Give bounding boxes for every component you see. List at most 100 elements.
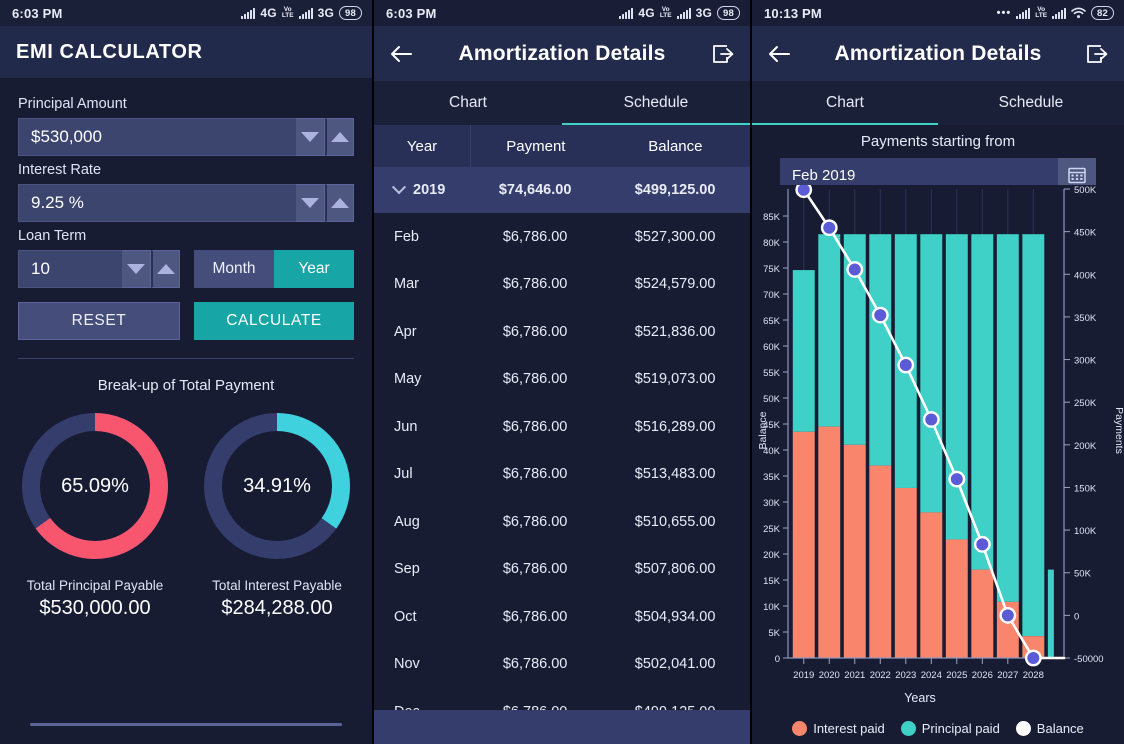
month-balance: $516,289.00 xyxy=(634,418,716,435)
network-type-2: 3G xyxy=(317,6,335,20)
principal-input[interactable]: $530,000 xyxy=(18,118,296,156)
signal-bars-2-icon xyxy=(298,7,313,19)
svg-text:50K: 50K xyxy=(763,394,781,405)
volte-icon: Vo LTE xyxy=(281,5,294,19)
term-input[interactable]: 10 xyxy=(18,250,122,288)
term-increment-button[interactable] xyxy=(151,250,180,288)
interest-donut-col: 34.91% Total Interest Payable $284,288.0… xyxy=(193,408,361,620)
table-row[interactable]: Nov $6,786.00 $502,041.00 xyxy=(374,641,750,689)
month-balance: $513,483.00 xyxy=(634,466,716,483)
month-rows-container: Feb $6,786.00 $527,300.00 Mar $6,786.00 $524,… xyxy=(374,213,750,736)
table-row[interactable]: Feb $6,786.00 $527,300.00 xyxy=(374,213,750,261)
tab-schedule[interactable]: Schedule xyxy=(562,81,750,125)
table-row[interactable]: Apr $6,786.00 $521,836.00 xyxy=(374,308,750,356)
month-cell: Aug xyxy=(374,514,470,530)
table-row[interactable]: May $6,786.00 $519,073.00 xyxy=(374,356,750,404)
donut-charts: 65.09% Total Principal Payable $530,000.… xyxy=(0,408,372,620)
app-bar-1: EMI CALCULATOR xyxy=(0,26,372,78)
date-picker-area: Payments starting from Feb 2019 xyxy=(752,125,1124,192)
calculate-button[interactable]: CALCULATE xyxy=(194,302,354,340)
back-arrow-icon[interactable] xyxy=(766,41,792,67)
battery-indicator: 98 xyxy=(717,6,740,20)
month-balance: $504,934.00 xyxy=(634,608,716,625)
interest-total-label: Total Interest Payable xyxy=(212,578,342,593)
svg-text:15K: 15K xyxy=(763,576,781,587)
svg-text:5K: 5K xyxy=(768,628,780,639)
principal-percent: 65.09% xyxy=(61,474,129,497)
term-decrement-button[interactable] xyxy=(122,250,151,288)
term-unit-month[interactable]: Month xyxy=(194,250,274,288)
svg-text:400K: 400K xyxy=(1074,270,1097,281)
tab-bar-2: Chart Schedule xyxy=(374,81,750,125)
principal-total-value: $530,000.00 xyxy=(39,597,151,619)
month-cell: Oct xyxy=(374,609,470,625)
svg-text:30K: 30K xyxy=(763,498,781,509)
table-row[interactable]: Aug $6,786.00 $510,655.00 xyxy=(374,498,750,546)
table-row[interactable]: Sep $6,786.00 $507,806.00 xyxy=(374,546,750,594)
app-bar-2: Amortization Details xyxy=(374,26,750,81)
svg-text:0: 0 xyxy=(775,654,780,665)
month-balance: $510,655.00 xyxy=(634,513,716,530)
principal-donut: 65.09% xyxy=(17,408,173,564)
svg-text:2021: 2021 xyxy=(844,670,865,681)
rate-decrement-button[interactable] xyxy=(296,184,325,222)
page-title: Amortization Details xyxy=(458,41,666,65)
signal-bars-2-icon xyxy=(1052,7,1067,19)
back-arrow-icon[interactable] xyxy=(388,41,414,67)
month-payment: $6,786.00 xyxy=(502,608,568,625)
table-row[interactable]: Mar $6,786.00 $524,579.00 xyxy=(374,261,750,309)
table-row[interactable]: Jul $6,786.00 $513,483.00 xyxy=(374,451,750,499)
chevron-down-icon xyxy=(301,198,319,208)
svg-text:2019: 2019 xyxy=(793,670,814,681)
svg-text:75K: 75K xyxy=(763,264,781,275)
month-cell: Feb xyxy=(374,229,470,245)
svg-text:80K: 80K xyxy=(763,238,781,249)
svg-text:2024: 2024 xyxy=(921,670,942,681)
principal-label: Principal Amount xyxy=(18,96,127,112)
amortization-chart[interactable]: 0 5K 10K 15K 20K 25K 30K 35K 40K 45K 50K 55K 60K 65K 7… xyxy=(752,185,1124,744)
share-export-icon[interactable] xyxy=(710,41,736,67)
svg-text:200K: 200K xyxy=(1074,441,1097,452)
svg-text:0: 0 xyxy=(1074,611,1079,622)
rate-increment-button[interactable] xyxy=(325,184,354,222)
month-label: Jul xyxy=(394,466,413,483)
panel-emi-calculator: 6:03 PM 4G Vo LTE 3G 98 EMI CALCULATOR Pr… xyxy=(0,0,372,744)
svg-text:2020: 2020 xyxy=(819,670,840,681)
table-row-year[interactable]: 2019 $74,646.00 $499,125.00 xyxy=(374,167,750,213)
panel-amortization-schedule: 6:03 PM 4G Vo LTE 3G 98 Amortization Deta… xyxy=(374,0,750,744)
tab-schedule[interactable]: Schedule xyxy=(938,81,1124,125)
tab-chart[interactable]: Chart xyxy=(374,81,562,125)
signal-bars-2-icon xyxy=(676,7,691,19)
table-row[interactable]: Jun $6,786.00 $516,289.00 xyxy=(374,403,750,451)
share-export-icon[interactable] xyxy=(1084,41,1110,67)
month-payment: $6,786.00 xyxy=(502,276,568,293)
svg-text:60K: 60K xyxy=(763,342,781,353)
date-picker-label: Payments starting from xyxy=(860,133,1016,150)
network-type-1: 4G xyxy=(260,6,277,20)
volte-icon: Vo LTE xyxy=(1035,5,1048,19)
status-time: 6:03 PM xyxy=(12,5,63,21)
status-icons: ••• Vo LTE 82 xyxy=(997,6,1114,20)
tab-active-indicator xyxy=(752,122,938,125)
svg-text:Balance: Balance xyxy=(757,411,769,449)
term-unit-year[interactable]: Year xyxy=(274,250,354,288)
principal-decrement-button[interactable] xyxy=(296,118,325,156)
svg-text:100K: 100K xyxy=(1074,526,1097,537)
year-balance: $499,125.00 xyxy=(634,182,716,198)
reset-button[interactable]: RESET xyxy=(18,302,180,340)
rate-input[interactable]: 9.25 % xyxy=(18,184,296,222)
svg-text:10K: 10K xyxy=(763,602,781,613)
svg-text:55K: 55K xyxy=(763,368,781,379)
svg-text:2028: 2028 xyxy=(1023,670,1044,681)
legend-label-principal: Principal paid xyxy=(921,721,1000,736)
scroll-indicator[interactable] xyxy=(30,723,342,726)
tab-chart[interactable]: Chart xyxy=(752,81,938,125)
month-payment: $6,786.00 xyxy=(502,466,568,483)
legend-label-interest: Interest paid xyxy=(813,721,885,736)
volte-icon: Vo LTE xyxy=(659,5,672,19)
principal-increment-button[interactable] xyxy=(325,118,354,156)
term-row: 10 Month Year xyxy=(18,250,354,288)
month-cell: May xyxy=(374,371,470,387)
table-row[interactable]: Oct $6,786.00 $504,934.00 xyxy=(374,593,750,641)
svg-text:20K: 20K xyxy=(763,550,781,561)
